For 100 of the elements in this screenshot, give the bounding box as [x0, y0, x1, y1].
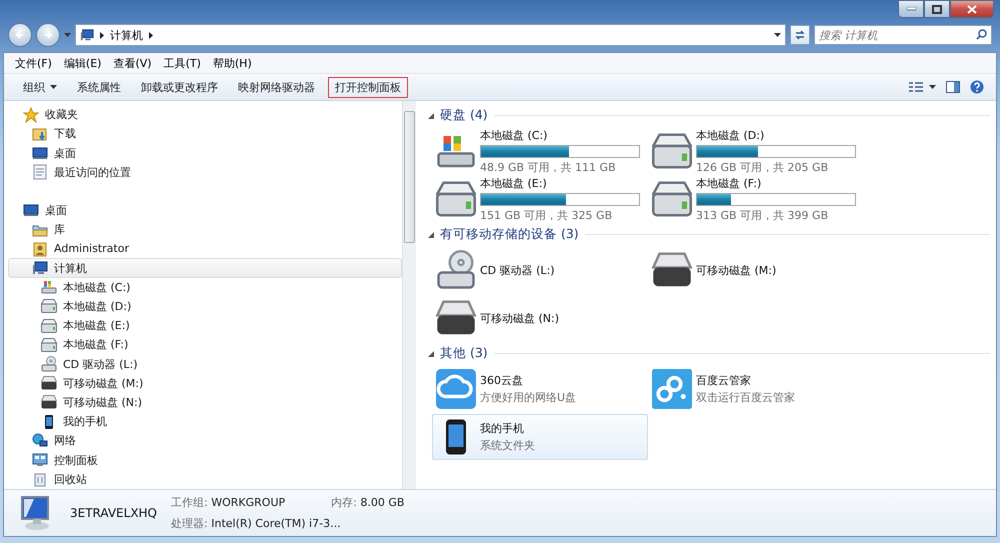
- network-icon: [32, 432, 48, 449]
- command-button[interactable]: 组织: [16, 76, 64, 98]
- view-options-icon[interactable]: [908, 81, 936, 93]
- back-button[interactable]: [8, 23, 32, 47]
- drive-icon: [652, 131, 692, 171]
- collapse-icon[interactable]: [428, 112, 434, 118]
- nav-item[interactable]: 下载: [8, 124, 402, 144]
- item-name: 可移动磁盘 (M:): [696, 262, 776, 278]
- preview-pane-icon[interactable]: [946, 81, 960, 93]
- scroll-thumb[interactable]: [404, 111, 415, 243]
- item-name: 本地磁盘 (C:): [480, 128, 548, 142]
- maximize-button[interactable]: [924, 0, 950, 18]
- item-name: 百度云管家: [696, 373, 752, 388]
- cloud-icon: [436, 369, 476, 409]
- control-panel-icon: [32, 452, 48, 468]
- menu-item[interactable]: 编辑(E): [58, 54, 106, 72]
- nav-item[interactable]: 本地磁盘 (E:): [8, 316, 402, 336]
- removable-drive-icon: [41, 394, 57, 410]
- nav-item[interactable]: 计算机: [8, 258, 402, 278]
- help-icon[interactable]: [970, 80, 984, 94]
- close-icon: [967, 4, 977, 14]
- drive-icon: [436, 179, 476, 219]
- group-title[interactable]: 硬盘 (4): [440, 107, 488, 124]
- nav-item[interactable]: 可移动磁盘 (N:): [8, 392, 402, 412]
- item-tile[interactable]: 本地磁盘 (F:) 313 GB 可用，共 399 GB: [648, 176, 864, 222]
- menu-item[interactable]: 工具(T): [158, 54, 206, 72]
- item-detail: 双击运行百度云管家: [696, 390, 795, 405]
- command-button[interactable]: 映射网络驱动器: [231, 76, 322, 98]
- item-name: 我的手机: [480, 421, 525, 436]
- nav-item[interactable]: 本地磁盘 (C:): [8, 278, 402, 297]
- nav-item[interactable]: 网络: [8, 431, 402, 450]
- item-tile[interactable]: 百度云管家 双击运行百度云管家: [648, 366, 864, 412]
- address-field[interactable]: 计算机: [75, 24, 786, 46]
- nav-item[interactable]: 收藏夹: [8, 105, 402, 124]
- nav-item[interactable]: 可移动磁盘 (M:): [8, 374, 402, 393]
- menu-item[interactable]: 文件(F): [10, 54, 57, 72]
- menu-item[interactable]: 帮助(H): [208, 54, 257, 72]
- collapse-icon[interactable]: [428, 350, 434, 356]
- star-icon: [23, 106, 39, 123]
- command-button[interactable]: 打开控制面板: [328, 76, 408, 98]
- item-tile[interactable]: 可移动磁盘 (M:): [648, 247, 864, 293]
- back-arrow-icon: [15, 30, 25, 40]
- drive-icon: [41, 318, 57, 334]
- nav-item[interactable]: 最近访问的位置: [8, 162, 402, 182]
- item-name: 本地磁盘 (D:): [696, 128, 766, 142]
- item-tile[interactable]: 我的手机 系统文件夹: [432, 414, 648, 460]
- nav-item[interactable]: 桌面: [8, 143, 402, 163]
- close-button[interactable]: [950, 0, 994, 18]
- disc-drive-icon: [41, 356, 57, 372]
- refresh-button[interactable]: [790, 25, 810, 45]
- nav-item[interactable]: 控制面板: [8, 450, 402, 470]
- cloud-logo-icon: [652, 369, 692, 409]
- minimize-icon: [906, 7, 916, 11]
- computer-name: 3ETRAVELXHQ: [70, 506, 158, 520]
- item-detail: 方便好用的网络U盘: [480, 390, 576, 405]
- minimize-button[interactable]: [898, 0, 924, 18]
- item-name: 360云盘: [480, 373, 524, 388]
- caret-icon: [774, 33, 781, 37]
- forward-button[interactable]: [36, 23, 60, 47]
- scrollbar[interactable]: [402, 101, 416, 489]
- chevron-icon: [149, 32, 153, 38]
- command-button[interactable]: 卸载或更改程序: [134, 76, 225, 98]
- collapse-icon[interactable]: [428, 232, 434, 238]
- computer-icon: [80, 28, 94, 42]
- nav-item[interactable]: 本地磁盘 (D:): [8, 296, 402, 316]
- group-title[interactable]: 有可移动存储的设备 (3): [440, 226, 579, 243]
- item-detail: 126 GB 可用，共 205 GB: [696, 160, 830, 174]
- forward-arrow-icon: [43, 30, 53, 40]
- nav-item[interactable]: Administrator: [8, 239, 402, 258]
- item-tile[interactable]: 本地磁盘 (E:) 151 GB 可用，共 325 GB: [432, 176, 648, 222]
- item-tile[interactable]: 本地磁盘 (C:) 48.9 GB 可用，共 111 GB: [432, 128, 648, 174]
- group-title[interactable]: 其他 (3): [440, 345, 488, 362]
- item-detail: 313 GB 可用，共 399 GB: [696, 208, 830, 222]
- drive-icon: [41, 279, 57, 296]
- item-tile[interactable]: 360云盘 方便好用的网络U盘: [432, 366, 648, 412]
- menu-item[interactable]: 查看(V): [108, 54, 157, 72]
- computer-icon: [32, 260, 48, 276]
- nav-item[interactable]: 库: [8, 220, 402, 240]
- drive-icon: [41, 336, 57, 353]
- nav-item[interactable]: 我的手机: [8, 412, 402, 432]
- nav-item[interactable]: CD 驱动器 (L:): [8, 354, 402, 374]
- nav-item[interactable]: 桌面: [8, 200, 402, 220]
- breadcrumb[interactable]: 计算机: [110, 28, 143, 42]
- item-tile[interactable]: 可移动磁盘 (N:): [432, 295, 648, 341]
- item-tile[interactable]: 本地磁盘 (D:) 126 GB 可用，共 205 GB: [648, 128, 864, 174]
- item-tile[interactable]: CD 驱动器 (L:): [432, 247, 648, 293]
- detail-field: 工作组: WORKGROUP: [171, 495, 286, 510]
- folder-icon: [32, 126, 48, 142]
- command-button[interactable]: 系统属性: [70, 76, 128, 98]
- item-detail: 系统文件夹: [480, 438, 535, 453]
- chevron-icon: [100, 32, 104, 38]
- drive-icon: [652, 179, 692, 219]
- nav-item[interactable]: 回收站: [8, 470, 402, 489]
- caret-icon: [64, 33, 71, 37]
- item-name: 本地磁盘 (E:): [480, 176, 548, 190]
- search-field[interactable]: 搜索 计算机: [814, 25, 992, 45]
- nav-item[interactable]: 本地磁盘 (F:): [8, 335, 402, 354]
- maximize-icon: [932, 4, 942, 14]
- item-detail: 151 GB 可用，共 325 GB: [480, 208, 614, 222]
- bin-icon: [32, 471, 48, 488]
